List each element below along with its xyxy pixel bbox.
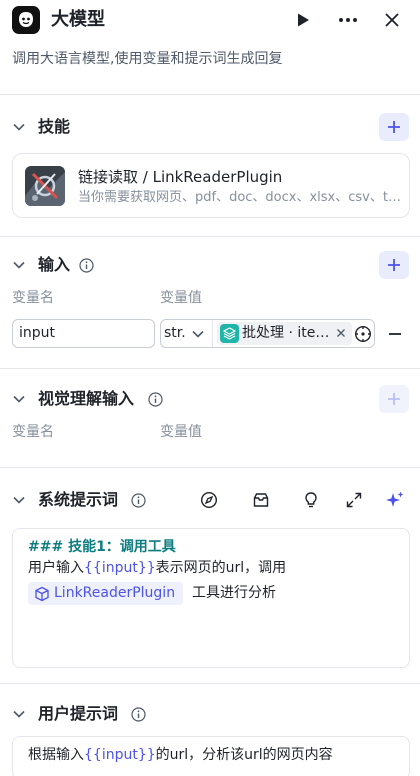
llm-robot-icon [12, 6, 40, 34]
prompt-heading: ### 技能1：调用工具 [28, 539, 176, 555]
variable-reference: {{input}} [84, 560, 156, 576]
divider [0, 683, 420, 684]
variable-picker-icon[interactable] [354, 325, 372, 343]
prompt-text: 根据输入 [28, 747, 84, 763]
col-label-value: 变量值 [160, 290, 202, 306]
layers-icon [220, 324, 239, 343]
prompt-text: 表示网页的url，调用 [155, 560, 287, 576]
user-prompt-editor[interactable]: 根据输入{{input}}的url，分析该url的网页内容 [12, 736, 410, 776]
chevron-down-icon[interactable] [12, 120, 26, 134]
node-description: 调用大语言模型,使用变量和提示词生成回复 [12, 51, 283, 67]
vision-input-section-header: 视觉理解输入 [0, 385, 420, 413]
variable-name-input[interactable]: input [12, 319, 155, 348]
node-title: 大模型 [51, 9, 105, 30]
vision-input-title: 视觉理解输入 [38, 389, 135, 408]
skills-section-header: 技能 [0, 113, 420, 141]
prompt-text: 用户输入 [28, 560, 84, 576]
expand-icon[interactable] [343, 489, 365, 511]
plus-icon [388, 121, 400, 133]
close-button[interactable] [378, 6, 406, 34]
variable-value-field: str. 批处理 · item_url [160, 319, 375, 348]
compass-icon[interactable] [198, 489, 220, 511]
info-icon [148, 392, 163, 407]
run-button[interactable] [289, 6, 317, 34]
more-dots-icon [339, 18, 357, 22]
prompt-text: 工具进行分析 [192, 585, 276, 601]
type-value: str. [164, 325, 186, 341]
system-prompt-title: 系统提示词 [38, 490, 119, 509]
variable-reference-tag[interactable]: 批处理 · item_url [217, 322, 352, 345]
info-icon [79, 258, 94, 273]
variable-reference: {{input}} [84, 747, 156, 763]
divider [0, 368, 420, 369]
col-label-name: 变量名 [12, 424, 54, 440]
add-input-button[interactable] [379, 251, 409, 279]
bulb-icon[interactable] [300, 489, 322, 511]
chevron-down-icon[interactable] [12, 707, 26, 721]
add-vision-input-button[interactable] [379, 385, 409, 413]
chevron-down-icon[interactable] [12, 392, 26, 406]
system-prompt-editor[interactable]: ### 技能1：调用工具 用户输入{{input}}表示网页的url，调用 Li… [12, 528, 410, 668]
divider [0, 467, 420, 468]
plugin-chip-label: LinkReaderPlugin [54, 585, 176, 601]
info-icon [131, 707, 146, 722]
add-skill-button[interactable] [379, 113, 409, 141]
reference-label: 批处理 · item_url [242, 325, 330, 341]
library-icon[interactable] [250, 489, 272, 511]
skill-card[interactable]: 链接读取 / LinkReaderPlugin 当你需要获取网页、pdf、doc… [12, 153, 410, 218]
info-icon [131, 493, 146, 508]
col-label-name: 变量名 [12, 290, 54, 306]
close-icon [385, 13, 399, 27]
col-label-value: 变量值 [160, 424, 202, 440]
prompt-text: 的url，分析该url的网页内容 [155, 747, 333, 763]
prompt-line: 根据输入{{input}}的url，分析该url的网页内容 [28, 744, 333, 766]
divider [0, 236, 420, 237]
skills-title: 技能 [38, 117, 71, 136]
plugin-cover-image [25, 166, 65, 206]
chevron-down-icon[interactable] [12, 258, 26, 272]
user-prompt-section-header: 用户提示词 [0, 700, 420, 728]
chevron-down-icon [192, 330, 204, 338]
more-button[interactable] [334, 6, 362, 34]
chevron-down-icon[interactable] [12, 493, 26, 507]
ai-sparkle-icon[interactable] [384, 489, 406, 511]
plus-icon [388, 393, 400, 405]
input-title: 输入 [38, 255, 71, 274]
plus-icon [388, 259, 400, 271]
plugin-reference-chip[interactable]: LinkReaderPlugin [28, 582, 184, 605]
type-select[interactable]: str. [161, 320, 213, 347]
remove-row-button[interactable] [386, 325, 404, 343]
close-icon[interactable] [335, 327, 347, 339]
divider [0, 94, 420, 95]
skill-name: 链接读取 / LinkReaderPlugin [78, 168, 283, 186]
skill-description: 当你需要获取网页、pdf、doc、docx、xlsx、csv、text 内容时，… [78, 190, 403, 205]
cube-icon [35, 586, 49, 601]
user-prompt-title: 用户提示词 [38, 704, 119, 723]
play-icon [298, 13, 309, 27]
node-header: 大模型 [0, 0, 420, 40]
input-section-header: 输入 [0, 251, 420, 279]
prompt-line: 用户输入{{input}}表示网页的url，调用 [28, 557, 286, 579]
